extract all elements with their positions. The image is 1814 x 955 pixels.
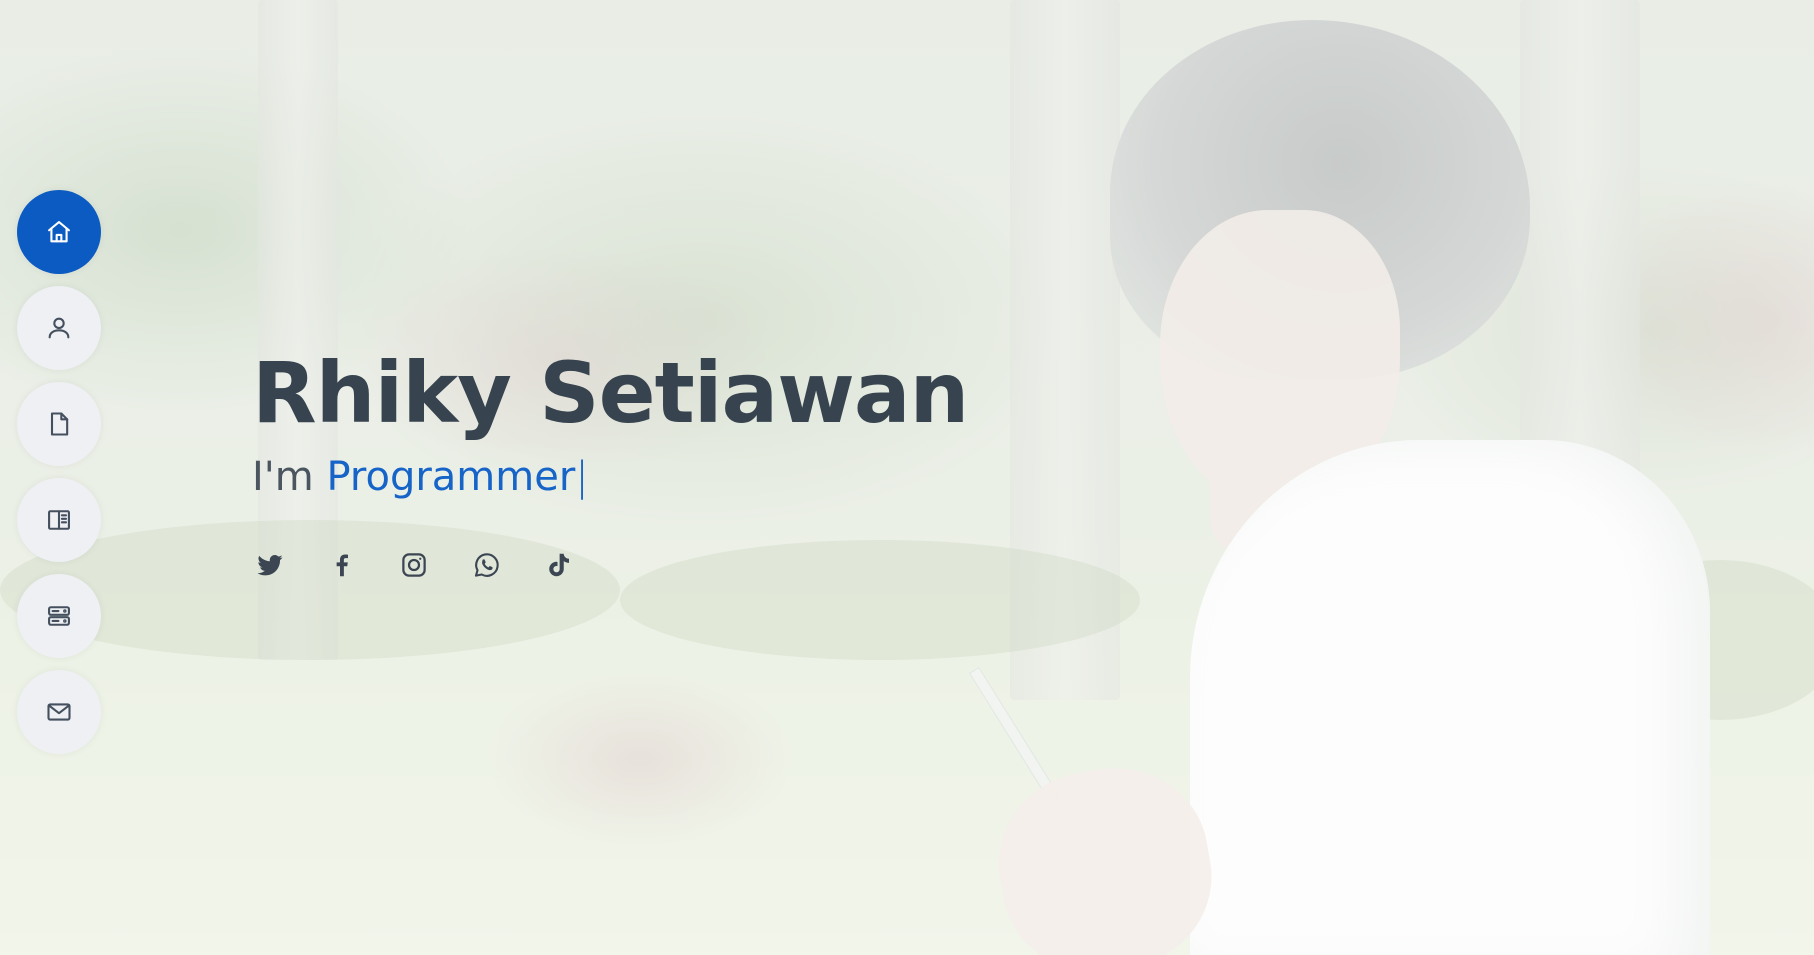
whatsapp-link[interactable] [470, 549, 502, 581]
tiktok-icon [549, 553, 569, 577]
person-icon [48, 317, 70, 339]
server-icon [48, 606, 70, 626]
typed-role-text: Programmer [326, 454, 576, 500]
file-icon [50, 412, 69, 436]
facebook-icon [336, 554, 348, 577]
hero-tagline: I'm Programmer| [252, 449, 968, 505]
nav-portfolio-button[interactable] [17, 478, 101, 562]
typing-cursor: | [575, 454, 589, 500]
tiktok-link[interactable] [542, 549, 574, 581]
tagline-prefix: I'm [252, 454, 314, 500]
nav-resume-button[interactable] [17, 382, 101, 466]
whatsapp-icon [474, 553, 499, 577]
nav-services-button[interactable] [17, 574, 101, 658]
side-navigation [17, 190, 101, 754]
facebook-link[interactable] [326, 549, 358, 581]
book-half-icon [48, 510, 70, 530]
instagram-icon [402, 553, 426, 577]
twitter-link[interactable] [254, 549, 286, 581]
instagram-link[interactable] [398, 549, 430, 581]
nav-contact-button[interactable] [17, 670, 101, 754]
envelope-icon [47, 703, 71, 721]
twitter-icon [257, 555, 283, 576]
hero-section: Rhiky Setiawan I'm Programmer| [252, 343, 969, 581]
hero-name: Rhiky Setiawan [252, 344, 969, 442]
social-links [254, 549, 968, 581]
nav-about-button[interactable] [17, 286, 101, 370]
home-icon [48, 221, 70, 243]
nav-home-button[interactable] [17, 190, 101, 274]
